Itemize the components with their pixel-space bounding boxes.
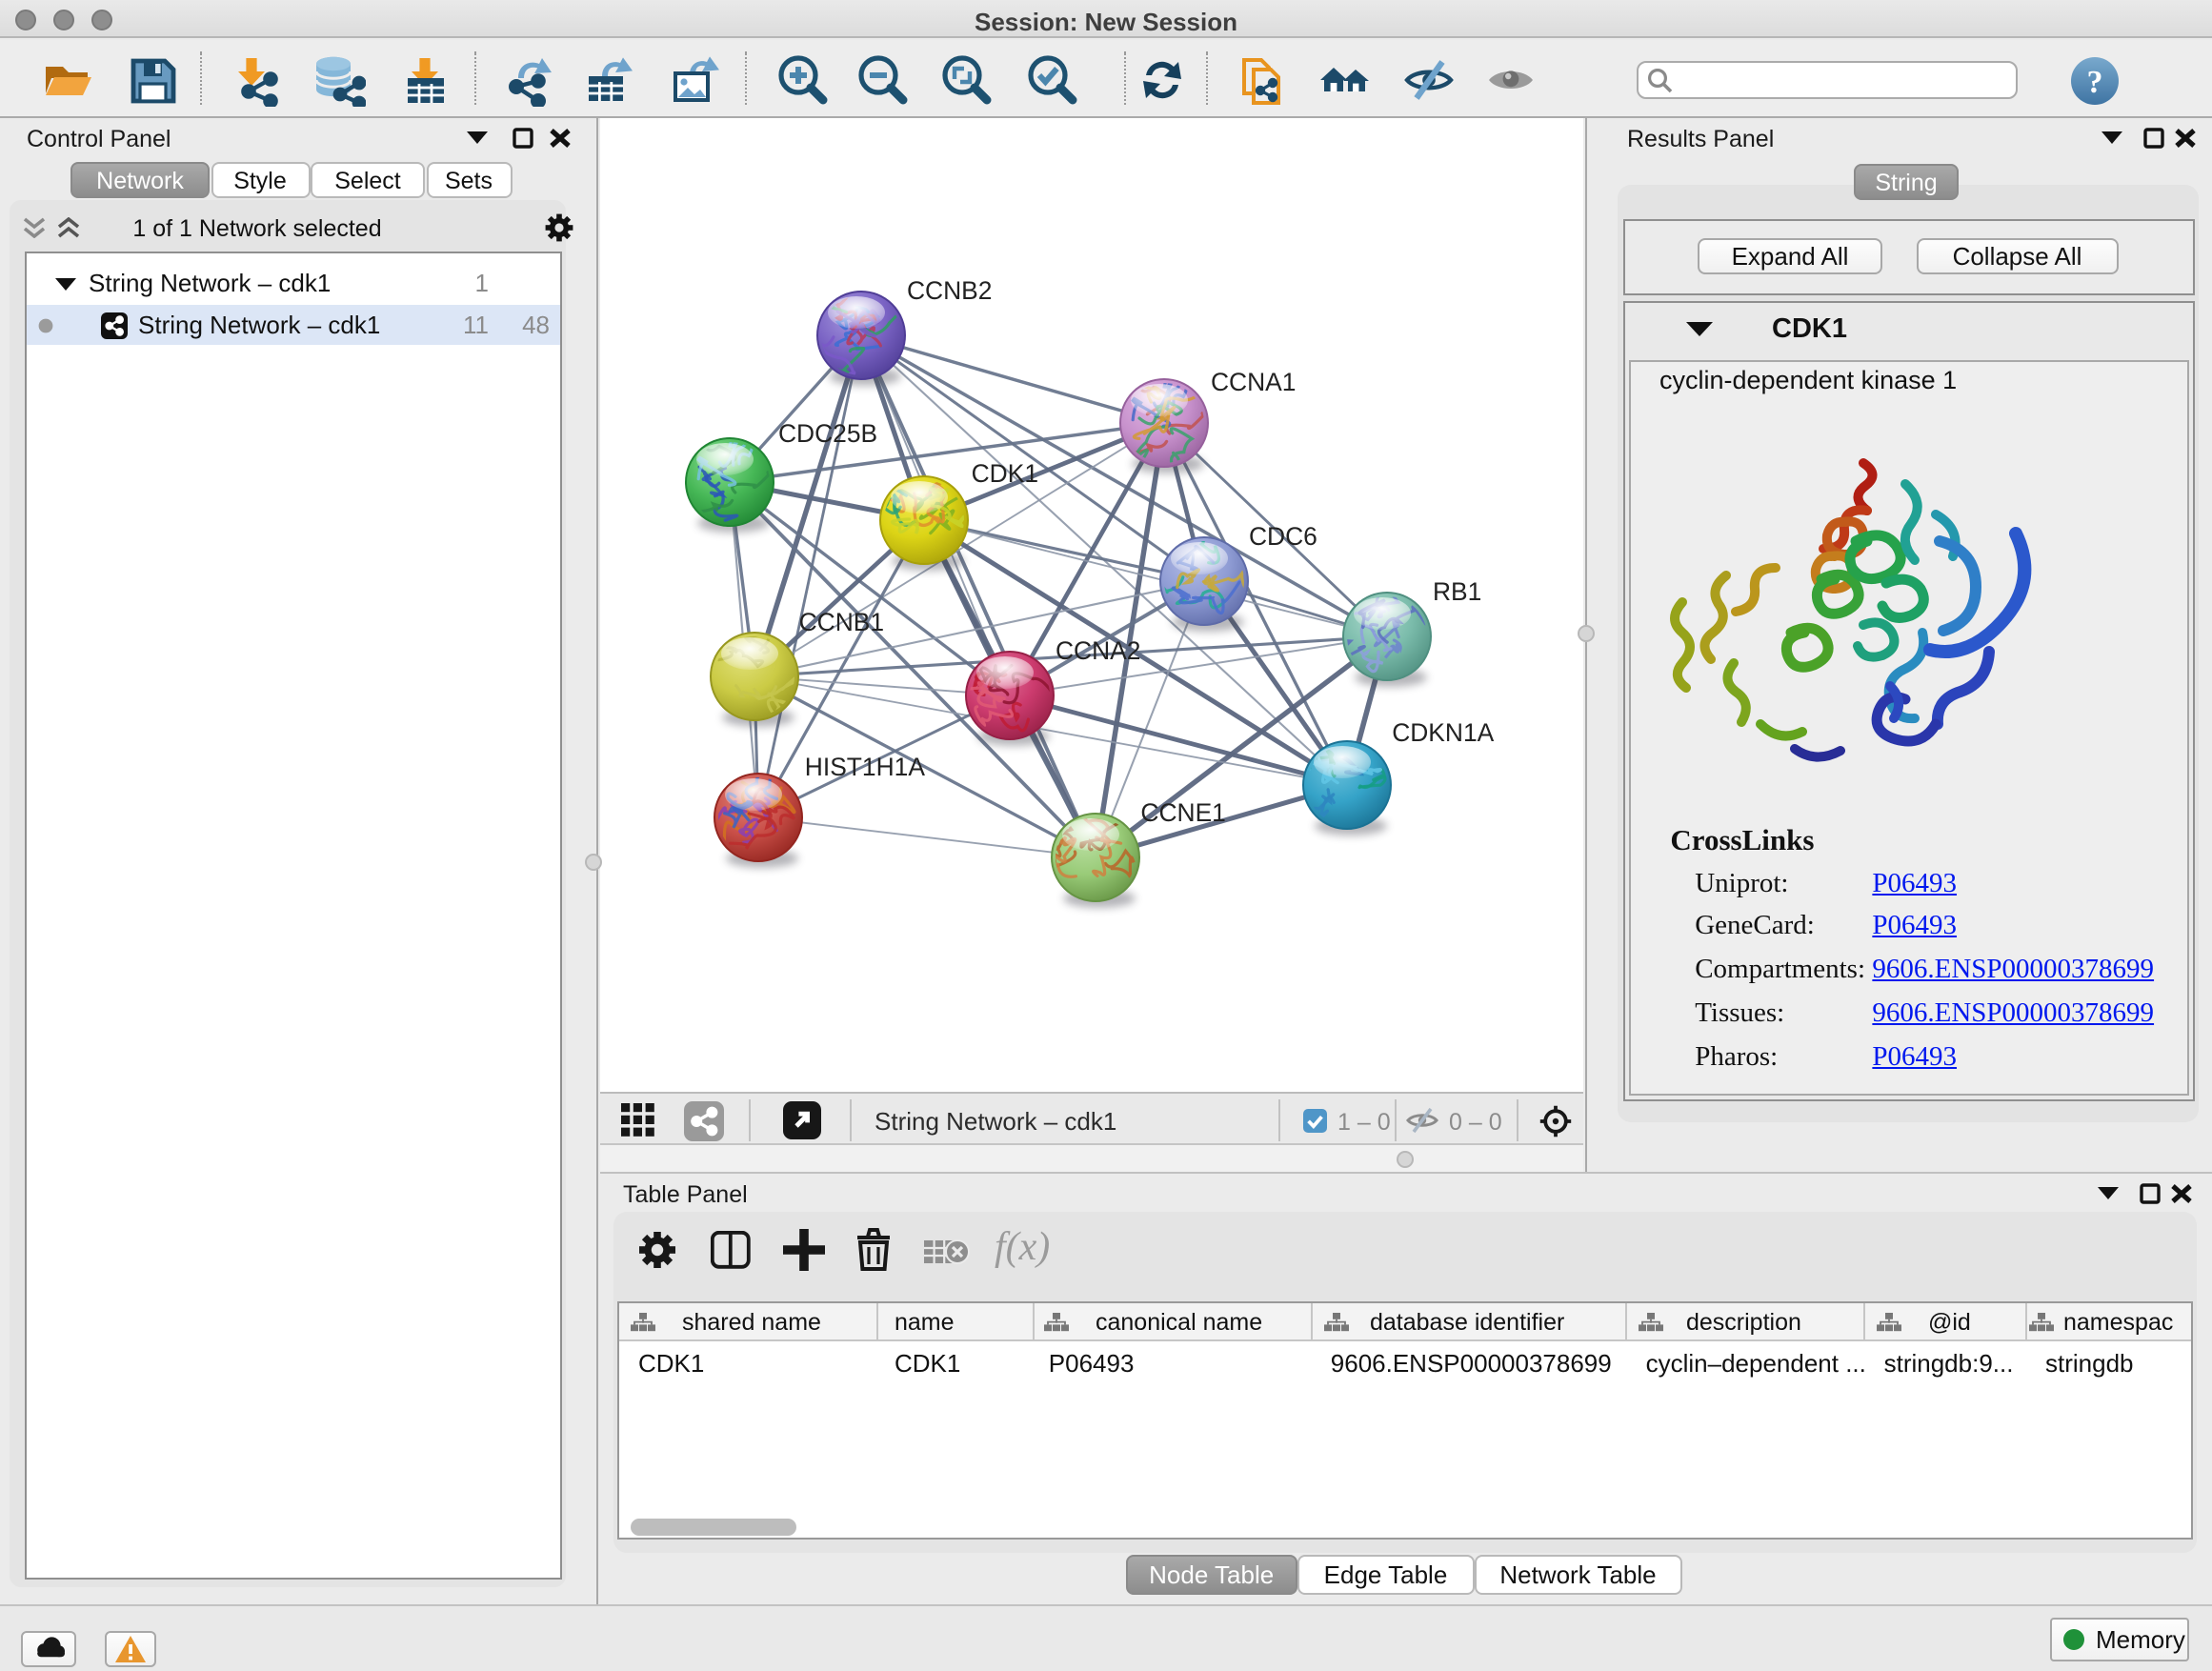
svg-text:CDC25B: CDC25B [778,419,877,448]
svg-text:CCNA2: CCNA2 [1056,636,1140,665]
svg-text:RB1: RB1 [1433,577,1481,606]
svg-text:CDK1: CDK1 [972,459,1038,488]
svg-text:CDKN1A: CDKN1A [1392,718,1494,747]
svg-text:CCNB2: CCNB2 [907,276,992,305]
svg-text:CCNA1: CCNA1 [1211,368,1296,396]
svg-text:?: ? [2087,65,2103,100]
svg-text:CCNB1: CCNB1 [799,608,884,636]
svg-text:HIST1H1A: HIST1H1A [805,753,926,781]
svg-text:CCNE1: CCNE1 [1140,798,1225,827]
svg-text:CDC6: CDC6 [1249,522,1317,551]
